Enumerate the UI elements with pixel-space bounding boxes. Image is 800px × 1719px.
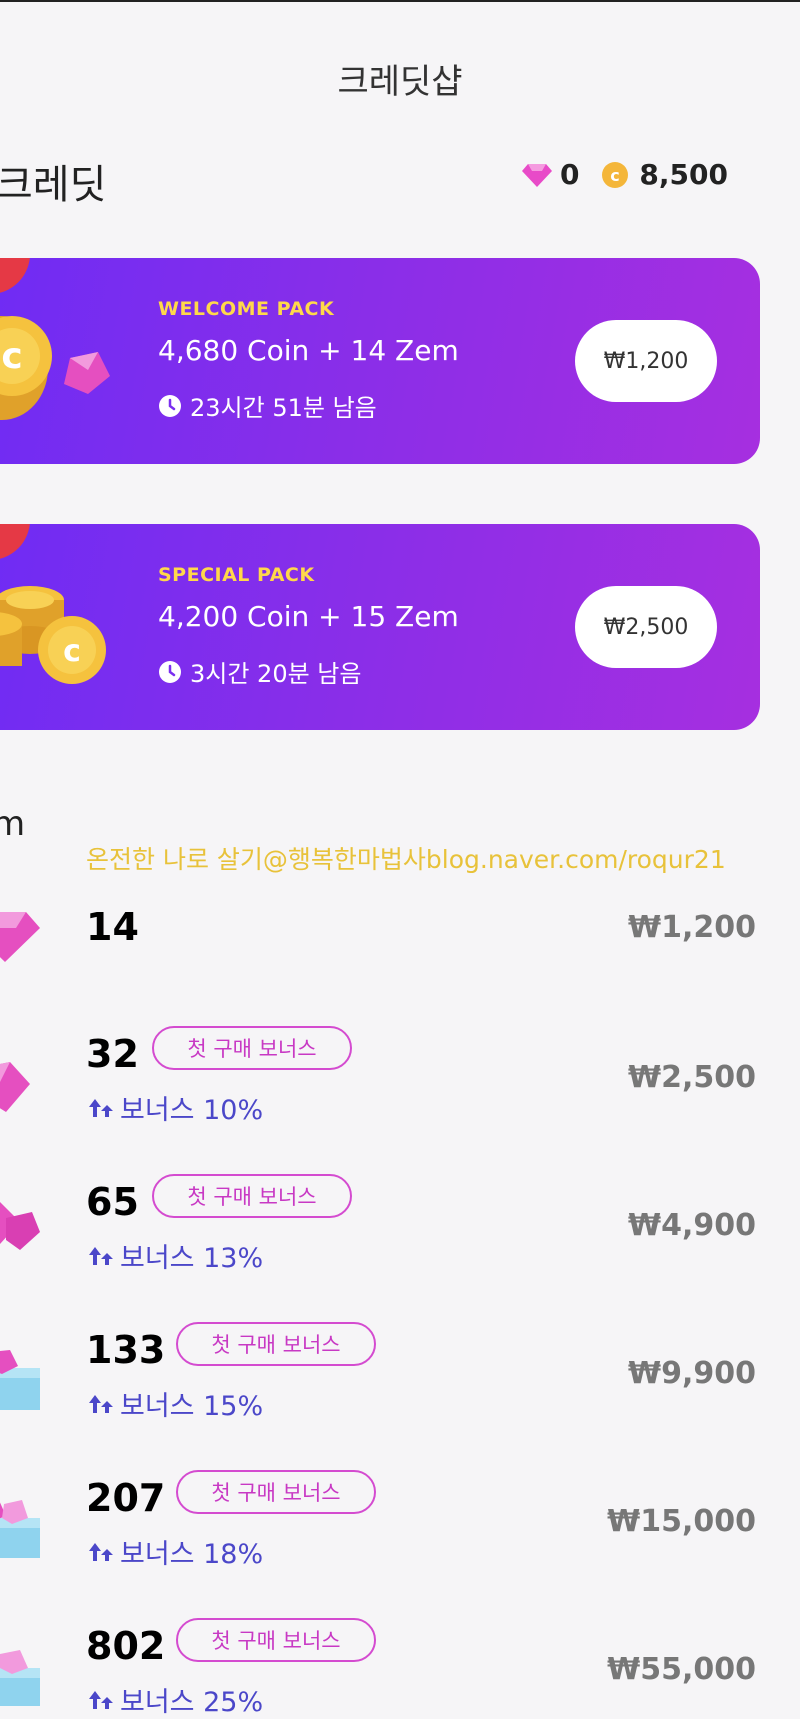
zem-amount: 65 xyxy=(86,1180,139,1224)
zem-amount: 207 xyxy=(86,1476,166,1520)
bonus-percent: 보너스 15% xyxy=(88,1384,263,1423)
zem-row[interactable]: 14 ₩1,200 xyxy=(0,880,800,1020)
zem-amount: 133 xyxy=(86,1328,166,1372)
bonus-percent: 보너스 18% xyxy=(88,1532,263,1571)
pack-description: 4,680 Coin + 14 Zem xyxy=(158,334,459,367)
pack-timer-text: 23시간 51분 남음 xyxy=(190,394,377,422)
bonus-percent-text: 보너스 10% xyxy=(120,1095,264,1126)
gem-count: 0 xyxy=(559,158,580,191)
first-purchase-bonus-badge: 첫 구매 보너스 xyxy=(176,1322,376,1366)
first-purchase-bonus-badge: 첫 구매 보너스 xyxy=(176,1470,376,1514)
zem-row[interactable]: 65 첫 구매 보너스 보너스 13% ₩4,900 xyxy=(0,1168,800,1308)
bonus-percent: 보너스 13% xyxy=(88,1236,263,1275)
pack-timer: 23시간 51분 남음 xyxy=(158,388,377,423)
coins-gems-icon: c xyxy=(0,316,110,420)
special-pack-card[interactable]: c SPECIAL PACK 4,200 Coin + 15 Zem 3시간 2… xyxy=(0,524,760,730)
bonus-percent: 보너스 25% xyxy=(88,1680,263,1719)
welcome-pack-card[interactable]: c WELCOME PACK 4,680 Coin + 14 Zem 23시간 … xyxy=(0,258,760,464)
first-purchase-bonus-badge: 첫 구매 보너스 xyxy=(152,1026,352,1070)
gift-box-icon xyxy=(0,1500,40,1558)
bonus-percent: 보너스 10% xyxy=(88,1088,263,1127)
arrows-up-icon xyxy=(89,1542,113,1561)
first-purchase-bonus-badge: 첫 구매 보너스 xyxy=(152,1174,352,1218)
watermark-text: 온전한 나로 살기@행복한마법사blog.naver.com/roqur21 xyxy=(86,845,726,874)
zem-price[interactable]: ₩1,200 xyxy=(628,910,756,945)
balance: 0 c 8,500 xyxy=(521,158,728,191)
zem-price[interactable]: ₩55,000 xyxy=(607,1652,756,1687)
pack-label: SPECIAL PACK xyxy=(158,564,315,586)
pack-description: 4,200 Coin + 15 Zem xyxy=(158,600,459,633)
welcome-pack-buy-button[interactable]: ₩1,200 xyxy=(575,320,717,402)
coin-count: 8,500 xyxy=(639,158,728,191)
zem-row[interactable]: 802 첫 구매 보너스 보너스 25% ₩55,000 xyxy=(0,1612,800,1719)
gems-icon xyxy=(0,1202,40,1250)
zem-row[interactable]: 207 첫 구매 보너스 보너스 18% ₩15,000 xyxy=(0,1464,800,1604)
pack-timer-text: 3시간 20분 남음 xyxy=(190,660,362,688)
arrows-up-icon xyxy=(89,1246,113,1265)
special-pack-buy-button[interactable]: ₩2,500 xyxy=(575,586,717,668)
coins-gems-icon: c xyxy=(0,586,106,684)
zem-amount: 14 xyxy=(86,905,139,949)
bonus-percent-text: 보너스 18% xyxy=(120,1539,264,1570)
gems-icon xyxy=(0,1062,30,1112)
bonus-percent-text: 보너스 25% xyxy=(120,1687,264,1718)
zem-price[interactable]: ₩15,000 xyxy=(607,1504,756,1539)
page-title: 크레딧샵 xyxy=(337,62,463,102)
gem-icon xyxy=(521,163,552,187)
zem-price[interactable]: ₩4,900 xyxy=(628,1208,756,1243)
gem-icon xyxy=(0,912,40,962)
svg-text:c: c xyxy=(611,166,620,185)
zem-section-title: m xyxy=(0,804,26,844)
zem-amount: 32 xyxy=(86,1032,139,1076)
bonus-percent-text: 보너스 13% xyxy=(120,1243,264,1274)
pack-timer: 3시간 20분 남음 xyxy=(158,654,361,689)
arrows-up-icon xyxy=(89,1690,113,1709)
gift-box-icon xyxy=(0,1650,40,1706)
coin-icon: c xyxy=(602,161,629,188)
zem-row[interactable]: 133 첫 구매 보너스 보너스 15% ₩9,900 xyxy=(0,1316,800,1456)
zem-row[interactable]: 32 첫 구매 보너스 보너스 10% ₩2,500 xyxy=(0,1020,800,1160)
arrows-up-icon xyxy=(89,1394,113,1413)
svg-text:c: c xyxy=(1,336,22,377)
arrows-up-icon xyxy=(89,1098,113,1117)
credits-section-title: 크레딧 xyxy=(0,162,107,208)
svg-text:c: c xyxy=(63,634,81,669)
zem-price[interactable]: ₩9,900 xyxy=(628,1356,756,1391)
header: 크레딧샵 xyxy=(0,2,800,150)
zem-amount: 802 xyxy=(86,1624,166,1668)
clock-icon xyxy=(159,660,181,683)
zem-price[interactable]: ₩2,500 xyxy=(628,1060,756,1095)
gift-box-icon xyxy=(0,1350,40,1410)
first-purchase-bonus-badge: 첫 구매 보너스 xyxy=(176,1618,376,1662)
bonus-percent-text: 보너스 15% xyxy=(120,1391,264,1422)
clock-icon xyxy=(159,394,181,417)
pack-label: WELCOME PACK xyxy=(158,298,335,320)
